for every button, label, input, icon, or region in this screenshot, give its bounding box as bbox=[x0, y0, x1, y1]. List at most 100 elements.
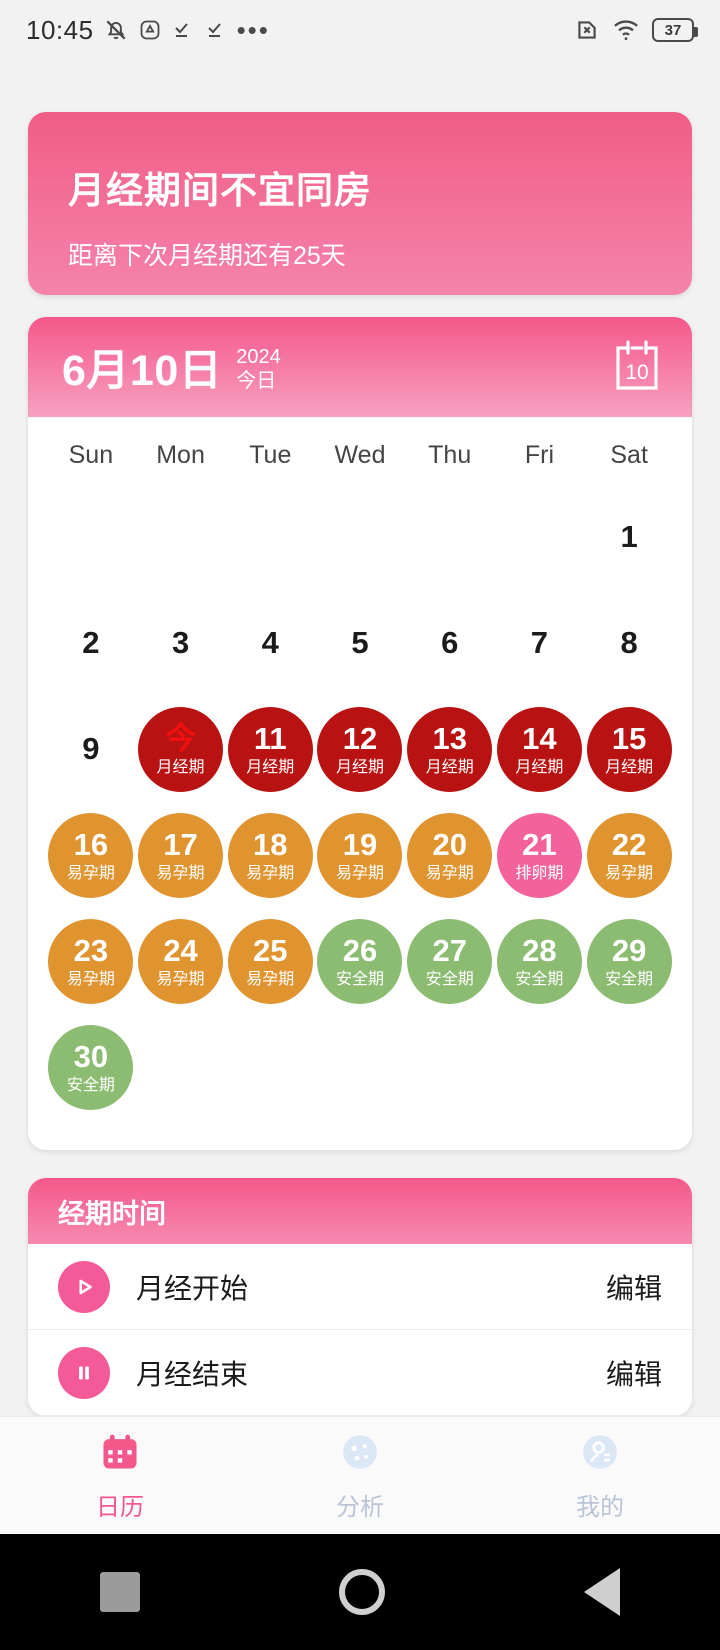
calendar-day-marker-safe: 29 安全期 bbox=[586, 918, 672, 1004]
calendar-day-marker-period: 13 月经期 bbox=[407, 706, 493, 792]
status-bar: 10:45 ••• 37 bbox=[0, 0, 720, 60]
calendar-day-number: 23 bbox=[73, 932, 109, 968]
calendar-day-cell[interactable]: 20 易孕期 bbox=[405, 802, 495, 908]
period-row-list: 月经开始 编辑 月经结束 编辑 bbox=[28, 1244, 692, 1416]
calendar-day-cell[interactable]: 17 易孕期 bbox=[136, 802, 226, 908]
calendar-day-marker-fertile: 25 易孕期 bbox=[227, 918, 313, 1004]
nav-label-profile: 我的 bbox=[576, 1493, 624, 1521]
edit-button[interactable]: 编辑 bbox=[606, 1267, 662, 1307]
calendar-day-cell[interactable]: 25 易孕期 bbox=[225, 908, 315, 1014]
battery-icon: 37 bbox=[652, 18, 698, 42]
calendar-day-phase-label: 月经期 bbox=[515, 758, 564, 776]
calendar-day-number: 4 bbox=[261, 625, 279, 660]
calendar-day-cell[interactable]: 6 bbox=[405, 590, 495, 696]
calendar-day-number: 25 bbox=[253, 932, 288, 968]
calendar-day-marker-fertile: 17 易孕期 bbox=[138, 812, 224, 898]
calendar-day-number: 24 bbox=[163, 932, 198, 968]
calendar-day-marker-safe: 26 安全期 bbox=[317, 918, 403, 1004]
calendar-icon[interactable]: 10 bbox=[612, 338, 662, 397]
period-time-row[interactable]: 月经开始 编辑 bbox=[28, 1244, 692, 1330]
mute-bell-icon bbox=[103, 17, 129, 43]
calendar-day-cell[interactable]: 今月经期 bbox=[136, 696, 226, 802]
calendar-day-marker-fertile: 20 易孕期 bbox=[407, 812, 493, 898]
calendar-day-cell[interactable]: 29 安全期 bbox=[584, 908, 674, 1014]
wifi-icon bbox=[612, 17, 640, 43]
calendar-day-cell[interactable]: 2 bbox=[46, 590, 136, 696]
calendar-day-cell[interactable]: 18 易孕期 bbox=[225, 802, 315, 908]
calendar-day-cell[interactable]: 5 bbox=[315, 590, 405, 696]
calendar-day-phase-label: 易孕期 bbox=[246, 970, 295, 988]
play-circle-icon bbox=[58, 1260, 110, 1313]
advice-banner[interactable]: 月经期间不宜同房 距离下次月经期还有25天 bbox=[28, 112, 692, 295]
calendar-day-cell[interactable]: 26 安全期 bbox=[315, 908, 405, 1014]
profile-icon bbox=[578, 1430, 622, 1479]
calendar-day-cell[interactable]: 13 月经期 bbox=[405, 696, 495, 802]
analysis-icon bbox=[338, 1430, 382, 1479]
calendar-day-number: 今 bbox=[165, 720, 197, 756]
weekday-header: Sun Mon Tue Wed Thu Fri Sat bbox=[28, 417, 692, 480]
system-navigation-bar bbox=[0, 1534, 720, 1650]
calendar-day-phase-label: 月经期 bbox=[335, 758, 384, 776]
calendar-day-cell[interactable]: 1 bbox=[584, 484, 674, 590]
triangle-app-icon bbox=[138, 18, 162, 42]
calendar-cell-empty bbox=[405, 484, 495, 590]
calendar-day-marker-safe: 27 安全期 bbox=[407, 918, 493, 1004]
calendar-day-cell[interactable]: 27 安全期 bbox=[405, 908, 495, 1014]
calendar-day-number: 6 bbox=[441, 625, 459, 660]
calendar-day-cell[interactable]: 22 易孕期 bbox=[584, 802, 674, 908]
calendar-day-number: 30 bbox=[73, 1038, 109, 1074]
calendar-day-cell[interactable]: 8 bbox=[584, 590, 674, 696]
calendar-day-marker-fertile: 23 易孕期 bbox=[48, 918, 134, 1004]
calendar-day-number: 16 bbox=[73, 826, 109, 862]
back-triangle-icon[interactable] bbox=[584, 1568, 621, 1616]
calendar-day-cell[interactable]: 19 易孕期 bbox=[315, 802, 405, 908]
calendar-day-number: 27 bbox=[432, 932, 467, 968]
home-circle-icon[interactable] bbox=[338, 1569, 385, 1615]
nav-item-calendar[interactable]: 日历 bbox=[0, 1417, 240, 1534]
calendar-day-cell[interactable]: 14 月经期 bbox=[495, 696, 585, 802]
nav-item-analysis[interactable]: 分析 bbox=[240, 1417, 480, 1534]
calendar-day-cell[interactable]: 11 月经期 bbox=[225, 696, 315, 802]
nav-label-analysis: 分析 bbox=[336, 1493, 384, 1521]
calendar-day-number: 26 bbox=[342, 932, 378, 968]
calendar-day-cell[interactable]: 21 排卵期 bbox=[495, 802, 585, 908]
calendar-day-number: 22 bbox=[611, 826, 647, 862]
calendar-day-marker-fertile: 22 易孕期 bbox=[586, 812, 672, 898]
calendar-day-phase-label: 易孕期 bbox=[335, 864, 384, 882]
calendar-day-number: 13 bbox=[432, 720, 467, 756]
calendar-day-cell[interactable]: 9 bbox=[46, 696, 136, 802]
weekday-mon: Mon bbox=[156, 441, 205, 469]
period-row-label: 月经结束 bbox=[136, 1358, 249, 1390]
no-sim-icon bbox=[574, 17, 600, 43]
banner-subtitle: 距离下次月经期还有25天 bbox=[68, 242, 346, 270]
calendar-day-cell[interactable]: 7 bbox=[495, 590, 585, 696]
calendar-day-cell[interactable]: 24 易孕期 bbox=[136, 908, 226, 1014]
calendar-day-phase-label: 月经期 bbox=[246, 758, 295, 776]
calendar-day-cell[interactable]: 4 bbox=[225, 590, 315, 696]
calendar-cell-empty bbox=[225, 484, 315, 590]
calendar-day-cell[interactable]: 28 安全期 bbox=[495, 908, 585, 1014]
pause-circle-icon bbox=[58, 1346, 110, 1399]
nav-item-profile[interactable]: 我的 bbox=[480, 1417, 720, 1534]
calendar-day-phase-label: 安全期 bbox=[335, 970, 384, 988]
weekday-tue: Tue bbox=[249, 441, 292, 469]
calendar-day-cell[interactable]: 30 安全期 bbox=[46, 1014, 136, 1120]
recents-square-icon[interactable] bbox=[99, 1572, 140, 1612]
check-underline-icon bbox=[204, 18, 228, 42]
calendar-day-cell[interactable]: 3 bbox=[136, 590, 226, 696]
calendar-day-cell[interactable]: 12 月经期 bbox=[315, 696, 405, 802]
calendar-day-cell[interactable]: 23 易孕期 bbox=[46, 908, 136, 1014]
battery-level: 37 bbox=[664, 21, 682, 39]
calendar-day-phase-label: 安全期 bbox=[605, 970, 654, 988]
calendar-day-cell[interactable]: 15 月经期 bbox=[584, 696, 674, 802]
edit-button[interactable]: 编辑 bbox=[606, 1353, 662, 1393]
period-time-row[interactable]: 月经结束 编辑 bbox=[28, 1330, 692, 1416]
bottom-nav: 日历 分析 我的 bbox=[0, 1416, 720, 1534]
calendar-day-phase-label: 易孕期 bbox=[66, 864, 115, 882]
calendar-day-number: 29 bbox=[611, 932, 647, 968]
calendar-grid: 1 2 3 4 5 6 7 8 9 今月经期 11 月经期 12 月经期 13 月经期 14 月经期 15 月经期 16… bbox=[28, 480, 692, 1150]
calendar-cell-empty bbox=[136, 484, 226, 590]
calendar-day-cell[interactable]: 16 易孕期 bbox=[46, 802, 136, 908]
calendar-day-phase-label: 月经期 bbox=[605, 758, 654, 776]
period-row-label: 月经开始 bbox=[136, 1272, 249, 1304]
